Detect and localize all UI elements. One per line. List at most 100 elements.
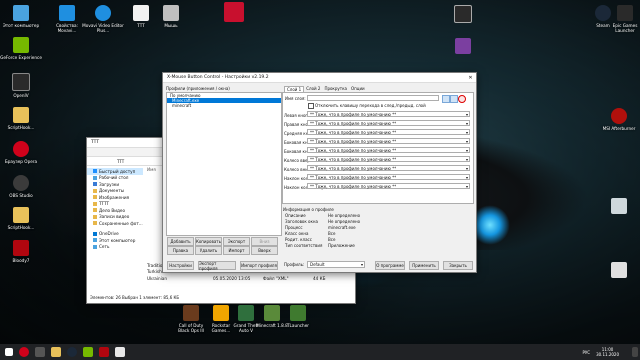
network-icon xyxy=(93,244,97,249)
movavi-icon xyxy=(59,5,75,21)
chevron-down-icon: ▾ xyxy=(465,184,468,189)
list-item[interactable]: minecraft xyxy=(167,103,281,108)
chevron-down-icon: ▾ xyxy=(465,157,468,162)
steam-icon[interactable] xyxy=(67,347,77,357)
bloody-icon[interactable] xyxy=(99,347,109,357)
apply-button[interactable]: Применить xyxy=(409,261,439,270)
middle-button-select[interactable]: ** Тоже, что в профиле по умолчанию ** ▾ xyxy=(307,129,470,135)
profile-select[interactable]: Default ▾ xyxy=(307,261,365,268)
edit-profile-button[interactable]: Правка xyxy=(167,246,194,255)
chevron-down-icon: ▾ xyxy=(465,175,468,180)
import-profile-button[interactable]: Импорт xyxy=(223,246,250,255)
document-icon xyxy=(611,262,627,278)
side-button-4-select[interactable]: ** Тоже, что в профиле по умолчанию ** ▾ xyxy=(307,138,470,144)
disable-switch-checkbox[interactable] xyxy=(308,103,314,109)
desktop-icon-scripthook[interactable]: ScriptHook... xyxy=(0,107,42,130)
chevron-down-icon: ▾ xyxy=(360,262,363,267)
desktop-icon-geforce[interactable]: GeForce Experience xyxy=(0,37,42,60)
desktop-icon-this-pc[interactable]: Этот компьютер xyxy=(0,5,42,28)
desktop-icon-openiv[interactable]: OpenIV xyxy=(0,73,42,98)
clock[interactable]: 11:00 30.11.2020 xyxy=(596,347,619,357)
folder-icon xyxy=(93,188,97,193)
desktop-icon-mouse[interactable]: Мышь xyxy=(150,5,192,28)
folder-icon xyxy=(13,107,29,123)
layer-disable-icon[interactable] xyxy=(458,95,466,103)
desktop-icon-bloody7[interactable]: Bloody7 xyxy=(0,240,42,263)
sidebar-item[interactable]: Сохраненные фот... xyxy=(87,220,143,227)
settings-button[interactable]: Настройки xyxy=(167,261,194,270)
desktop-icon-top-right-1[interactable] xyxy=(448,5,478,25)
sidebar-item[interactable]: Сеть xyxy=(87,244,143,251)
app-icon xyxy=(454,5,472,23)
bloody-icon xyxy=(13,240,29,256)
start-icon[interactable] xyxy=(5,348,13,356)
task-view-icon[interactable] xyxy=(35,347,45,357)
notifications-icon[interactable] xyxy=(632,347,638,357)
delete-profile-button[interactable]: Удалить xyxy=(195,246,222,255)
cloud-icon xyxy=(93,231,97,236)
move-down-button[interactable]: Вниз xyxy=(251,237,278,246)
movavi-icon xyxy=(95,5,111,21)
rockstar-icon xyxy=(213,305,229,321)
chevron-down-icon: ▾ xyxy=(465,112,468,117)
tilt-right-select[interactable]: ** Тоже, что в профиле по умолчанию ** ▾ xyxy=(307,183,470,189)
wheel-up-select[interactable]: ** Тоже, что в профиле по умолчанию ** ▾ xyxy=(307,156,470,162)
about-button[interactable]: О программе xyxy=(375,261,405,270)
export-profile-button-bottom[interactable]: Экспорт профиля xyxy=(198,261,236,271)
layer-edit-icon[interactable] xyxy=(450,95,458,103)
gta-icon xyxy=(238,305,254,321)
desktop-icon-bottom-right[interactable] xyxy=(598,262,640,280)
chevron-down-icon: ▾ xyxy=(465,130,468,135)
language-indicator[interactable]: РУС xyxy=(582,350,590,355)
obs-icon xyxy=(13,175,29,191)
desktop-icon-movavi[interactable]: Movavi Video Editor Plus... xyxy=(82,5,124,33)
close-button[interactable]: ✕ xyxy=(465,75,476,81)
desktop-icon-winrar[interactable] xyxy=(448,38,478,56)
opera-icon[interactable] xyxy=(19,347,29,357)
close-dialog-button[interactable]: Закрыть xyxy=(443,261,473,270)
explorer-sidebar: Быстрый доступ Рабочий стол Загрузки Док… xyxy=(87,166,143,250)
opera-icon xyxy=(13,141,29,157)
folder-icon[interactable] xyxy=(51,347,61,357)
winrar-icon xyxy=(455,38,471,54)
add-profile-button[interactable]: Добавить xyxy=(167,237,194,246)
tlauncher-icon xyxy=(290,305,306,321)
import-profile-button-bottom[interactable]: Импорт профиля xyxy=(240,261,278,270)
taskbar: РУС 11:00 30.11.2020 xyxy=(0,344,640,360)
openiv-icon xyxy=(12,73,30,91)
folder-icon xyxy=(93,208,97,213)
move-up-button[interactable]: Вверх xyxy=(251,246,278,255)
desktop-icon-scripthook-2[interactable]: ScriptHook... xyxy=(0,207,42,230)
desktop-icon-tlauncher[interactable]: TLauncher xyxy=(280,305,316,328)
copy-profile-button[interactable]: Копировать xyxy=(195,237,222,246)
xmbc-dialog: X-Mouse Button Control - Настройки v2.19… xyxy=(162,72,477,273)
explorer-status-bar: Элементов: 26 Выбран 1 элемент: 85,6 КБ xyxy=(90,295,180,300)
wheel-down-select[interactable]: ** Тоже, что в профиле по умолчанию ** ▾ xyxy=(307,165,470,171)
geforce-icon xyxy=(13,37,29,53)
left-button-select[interactable]: ** Тоже, что в профиле по умолчанию ** ▾ xyxy=(307,111,470,117)
desktop-icon-msi-window[interactable] xyxy=(218,2,250,24)
layer-settings-icon[interactable] xyxy=(442,95,450,103)
star-icon xyxy=(93,169,97,174)
folder-icon xyxy=(93,221,97,226)
tilt-left-select[interactable]: ** Тоже, что в профиле по умолчанию ** ▾ xyxy=(307,174,470,180)
right-button-select[interactable]: ** Тоже, что в профиле по умолчанию ** ▾ xyxy=(307,120,470,126)
table-row[interactable]: Ukrainian 05.05.2020 13:05 Файл "XML" 44 КБ xyxy=(147,275,347,282)
desktop-icon-afterburner[interactable]: MSI Afterburner xyxy=(598,108,640,131)
folder-icon xyxy=(93,201,97,206)
profiles-list[interactable]: По умолчанию Minecraft.exe minecraft xyxy=(166,92,282,236)
mouse-icon[interactable] xyxy=(115,347,125,357)
desktop-icon-opera[interactable]: Браузер Opera xyxy=(0,141,42,164)
export-profile-button[interactable]: Экспорт xyxy=(223,237,250,246)
layer-name-input[interactable] xyxy=(307,95,439,101)
dialog-titlebar: X-Mouse Button Control - Настройки v2.19… xyxy=(163,73,476,83)
app-icon[interactable] xyxy=(83,347,93,357)
folder-icon xyxy=(13,207,29,223)
minecraft-icon xyxy=(264,305,280,321)
desktop-icon-epic[interactable]: Epic Games Launcher xyxy=(608,5,640,33)
desktop-icon-recycle[interactable] xyxy=(598,198,640,216)
side-button-5-select[interactable]: ** Тоже, что в профиле по умолчанию ** ▾ xyxy=(307,147,470,153)
chevron-down-icon: ▾ xyxy=(465,148,468,153)
computer-icon xyxy=(13,5,29,21)
desktop-icon-obs[interactable]: OBS Studio xyxy=(0,175,42,198)
